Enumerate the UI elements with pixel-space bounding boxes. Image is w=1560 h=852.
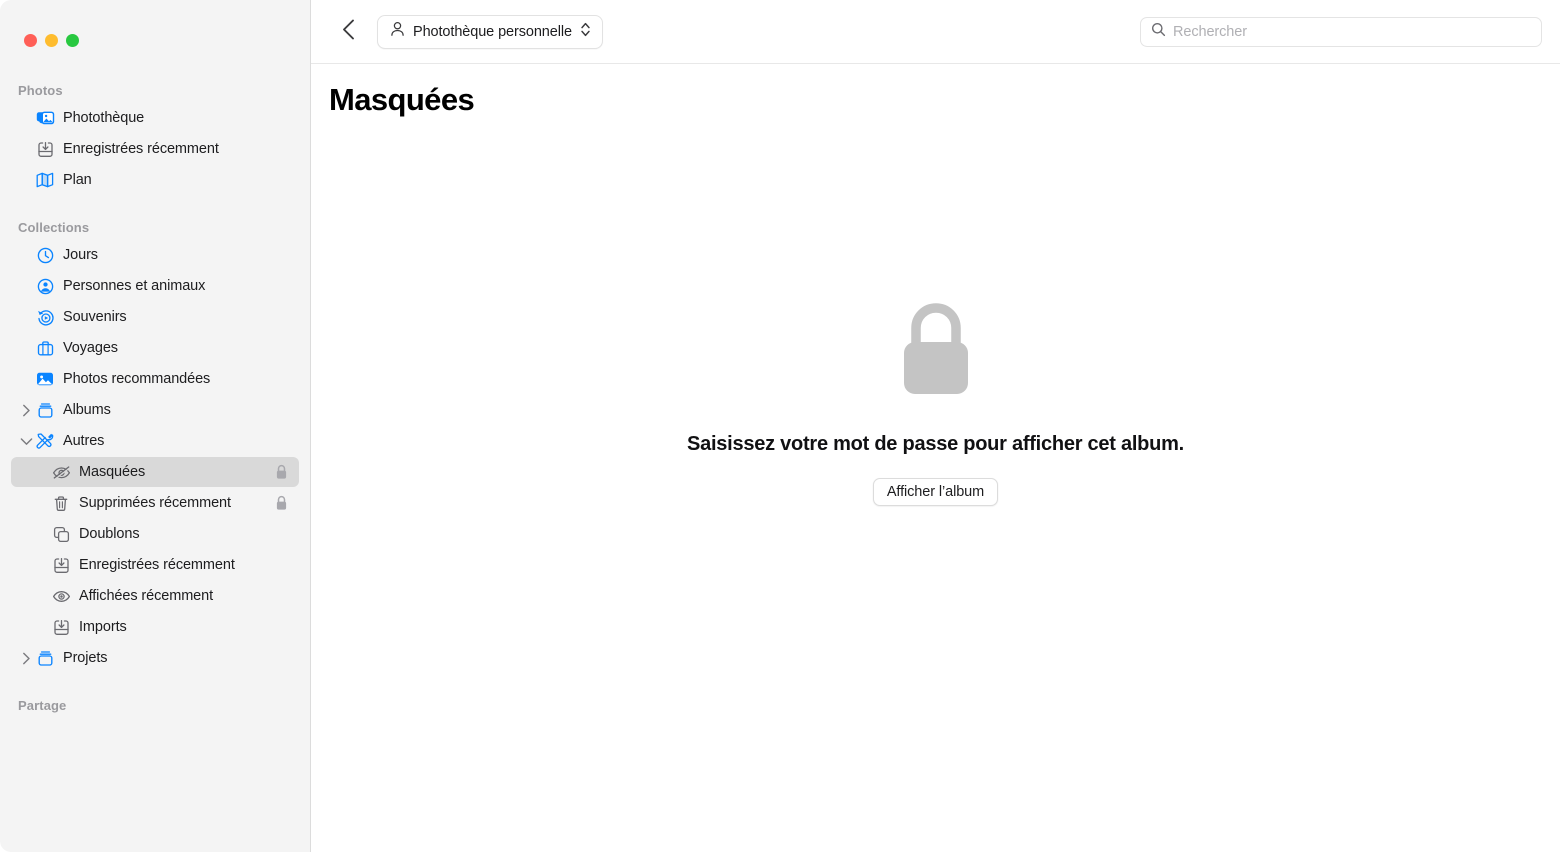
- photo-fill-icon: [34, 371, 56, 387]
- lock-icon: [898, 300, 974, 403]
- sidebar-item-label: Enregistrées récemment: [63, 141, 219, 157]
- chevron-right-icon[interactable]: [18, 652, 34, 665]
- sidebar-item-autres[interactable]: Autres: [11, 426, 299, 456]
- sidebar-item-label: Projets: [63, 650, 108, 666]
- tools-icon: [34, 432, 56, 450]
- sidebar-item-label: Voyages: [63, 340, 118, 356]
- toolbar: Photothèque personnelle Rechercher: [311, 0, 1560, 64]
- main-content: Photothèque personnelle Rechercher Masqu…: [311, 0, 1560, 852]
- sidebar-item-label: Photos recommandées: [63, 371, 211, 387]
- empty-state: Saisissez votre mot de passe pour affich…: [311, 300, 1560, 506]
- search-placeholder: Rechercher: [1173, 23, 1247, 40]
- album-box-icon: [34, 402, 56, 419]
- library-popup-label: Photothèque personnelle: [413, 23, 572, 40]
- eye-slash-icon: [50, 465, 72, 480]
- memories-icon: [34, 309, 56, 326]
- sidebar-item-label: Souvenirs: [63, 309, 127, 325]
- library-popup-button[interactable]: Photothèque personnelle: [377, 14, 603, 49]
- sidebar-item-souvenirs[interactable]: Souvenirs: [11, 302, 299, 332]
- sidebar-item-label: Jours: [63, 247, 98, 263]
- chevron-down-icon[interactable]: [18, 437, 34, 446]
- sidebar-item-label: Doublons: [79, 526, 140, 542]
- photos-window: Photos Photothèque Enregistrées récemmen…: [0, 0, 1560, 852]
- sidebar-item-label: Affichées récemment: [79, 588, 214, 604]
- sidebar-item-phototheque[interactable]: Photothèque: [11, 103, 299, 133]
- search-icon: [1151, 22, 1166, 42]
- duplicate-icon: [50, 526, 72, 543]
- sidebar-item-label: Supprimées récemment: [79, 495, 231, 511]
- sidebar-item-jours[interactable]: Jours: [11, 240, 299, 270]
- chevron-right-icon[interactable]: [18, 404, 34, 417]
- sidebar-item-label: Photothèque: [63, 110, 145, 126]
- sidebar-item-label: Plan: [63, 172, 92, 188]
- sidebar-section-header: Photos: [18, 83, 63, 98]
- show-album-button[interactable]: Afficher l’album: [872, 478, 999, 506]
- sidebar-item-photos-recommandees[interactable]: Photos recommandées: [11, 364, 299, 394]
- map-icon: [34, 172, 56, 188]
- sidebar-section-header: Partage: [18, 698, 67, 713]
- sidebar-item-projets[interactable]: Projets: [11, 643, 299, 673]
- sidebar-item-masquees[interactable]: Masquées: [11, 457, 299, 487]
- sidebar-item-label: Autres: [63, 433, 105, 449]
- sidebar-item-imports[interactable]: Imports: [11, 612, 299, 642]
- sidebar-sections: Photos Photothèque Enregistrées récemmen…: [0, 80, 310, 717]
- eye-icon: [50, 589, 72, 604]
- page-title: Masquées: [329, 82, 475, 117]
- person-circle-icon: [34, 278, 56, 295]
- photo-stack-icon: [34, 110, 56, 126]
- tray-download-icon: [34, 141, 56, 158]
- album-box-icon: [34, 650, 56, 667]
- back-button[interactable]: [333, 17, 363, 47]
- sidebar-item-doublons[interactable]: Doublons: [11, 519, 299, 549]
- maximize-button[interactable]: [66, 33, 79, 47]
- sidebar: Photos Photothèque Enregistrées récemmen…: [0, 0, 311, 852]
- sidebar-item-enregistrees-recemment[interactable]: Enregistrées récemment: [11, 134, 299, 164]
- chevron-up-down-icon: [580, 21, 591, 43]
- search-input[interactable]: Rechercher: [1140, 16, 1542, 47]
- sidebar-item-voyages[interactable]: Voyages: [11, 333, 299, 363]
- sidebar-item-label: Masquées: [79, 464, 146, 480]
- trash-icon: [50, 495, 72, 512]
- lock-badge-icon: [275, 464, 288, 480]
- sidebar-item-albums[interactable]: Albums: [11, 395, 299, 425]
- sidebar-item-personnes-et-animaux[interactable]: Personnes et animaux: [11, 271, 299, 301]
- sidebar-item-affichees-recemment[interactable]: Affichées récemment: [11, 581, 299, 611]
- traffic-lights: [0, 0, 310, 56]
- sidebar-item-supprimees-recemment[interactable]: Supprimées récemment: [11, 488, 299, 518]
- chevron-left-icon: [342, 19, 355, 45]
- sidebar-item-label: Enregistrées récemment: [79, 557, 235, 573]
- clock-icon: [34, 247, 56, 264]
- empty-state-message: Saisissez votre mot de passe pour affich…: [687, 433, 1184, 455]
- sidebar-item-label: Personnes et animaux: [63, 278, 206, 294]
- suitcase-icon: [34, 340, 56, 357]
- tray-download-icon: [50, 619, 72, 636]
- sidebar-item-label: Imports: [79, 619, 127, 635]
- person-icon: [390, 21, 405, 42]
- minimize-button[interactable]: [45, 33, 58, 47]
- lock-badge-icon: [275, 495, 288, 511]
- close-button[interactable]: [24, 33, 37, 47]
- sidebar-item-label: Albums: [63, 402, 111, 418]
- sidebar-item-plan[interactable]: Plan: [11, 165, 299, 195]
- sidebar-item-enregistrees-recemment[interactable]: Enregistrées récemment: [11, 550, 299, 580]
- tray-download-icon: [50, 557, 72, 574]
- sidebar-section-header: Collections: [18, 220, 90, 235]
